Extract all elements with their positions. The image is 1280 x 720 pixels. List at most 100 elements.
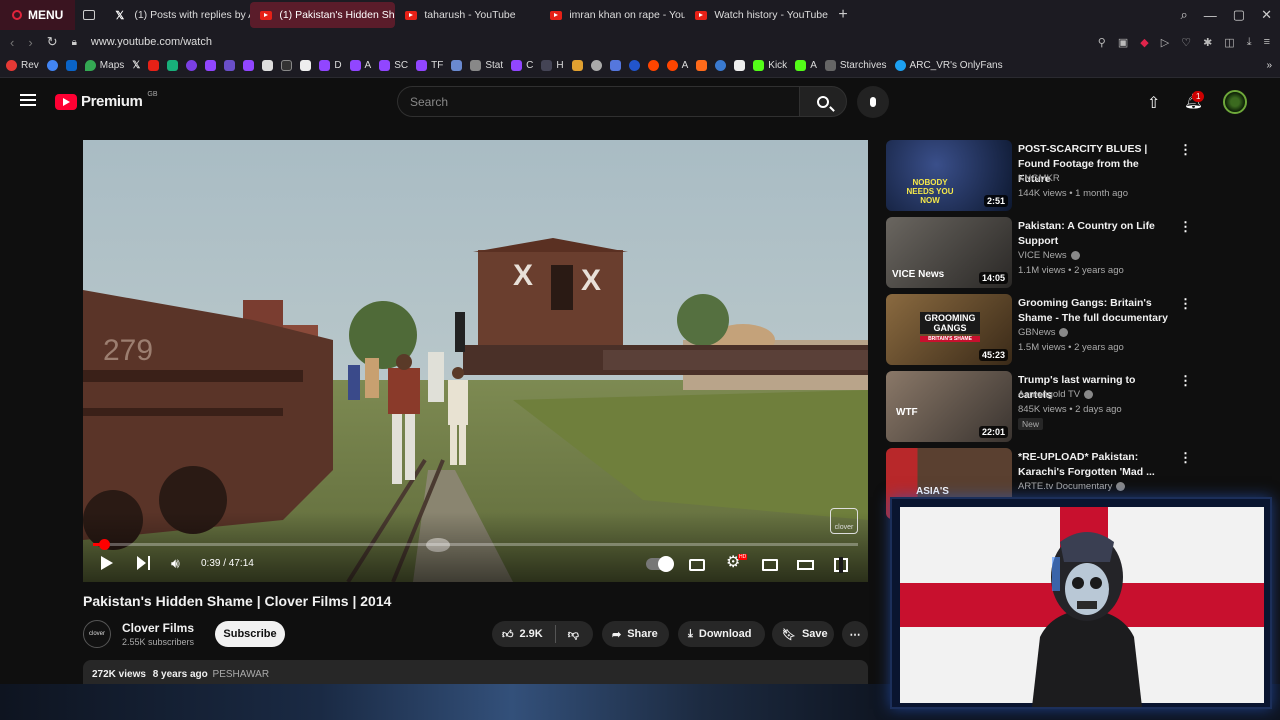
share-button[interactable]: ➦ Share xyxy=(602,621,669,647)
search-input[interactable]: Search xyxy=(397,86,799,117)
recommendation-channel[interactable]: VICE News xyxy=(1018,250,1080,261)
bookmark-misc1[interactable] xyxy=(571,60,583,71)
account-avatar[interactable] xyxy=(1223,90,1247,114)
channel-name[interactable]: Clover Films xyxy=(122,621,194,635)
play-extension-icon[interactable]: ▷ xyxy=(1161,36,1169,49)
video-player[interactable]: 279 X X clover 🔊︎ 0:39 / 47:14 ⚙ HD xyxy=(83,140,868,582)
recommendation-item[interactable]: GROOMING GANGS BRITAIN'S SHAME 45:23 Gro… xyxy=(886,294,1276,366)
volume-icon[interactable]: 🔊︎ xyxy=(171,555,180,572)
recommendation-item[interactable]: NOBODY NEEDS YOU NOW 2:51 POST-SCARCITY … xyxy=(886,140,1276,212)
recommendation-channel[interactable]: GBNews xyxy=(1018,327,1069,338)
bookmark-google[interactable] xyxy=(46,60,58,71)
autoplay-toggle[interactable] xyxy=(646,556,674,572)
browser-menu-button[interactable]: MENU xyxy=(0,0,76,30)
location-tag[interactable]: PESHAWAR xyxy=(213,669,270,680)
back-icon[interactable]: ‹ xyxy=(10,35,14,50)
recommendation-item[interactable]: WTF 22:01 Trump's last warning to cartel… xyxy=(886,371,1276,443)
bookmark-stat[interactable]: Stat xyxy=(470,60,503,71)
bookmark-a1[interactable] xyxy=(281,60,293,71)
bookmark-doc[interactable] xyxy=(300,60,312,71)
url-field[interactable]: www.youtube.com/watch xyxy=(91,36,212,48)
bookmark-a3[interactable]: A xyxy=(795,60,817,71)
bookmark-outlook[interactable] xyxy=(65,60,77,71)
shield-icon[interactable]: ◆ xyxy=(1140,36,1148,49)
bookmark-rev[interactable]: Rev xyxy=(6,60,39,71)
subtitles-button[interactable] xyxy=(689,559,705,571)
save-button[interactable]: 🔖︎ Save xyxy=(772,621,834,647)
bookmark-box[interactable] xyxy=(262,60,274,71)
more-vertical-icon[interactable]: ⋮ xyxy=(1179,451,1192,464)
tab-watch-history[interactable]: Watch history - YouTube xyxy=(685,2,830,28)
recommendation-channel[interactable]: KNGMKR xyxy=(1018,173,1060,184)
tab-imran-khan[interactable]: imran khan on rape - You xyxy=(540,2,685,28)
bookmark-c2[interactable]: C xyxy=(511,60,533,71)
bookmark-reddit1[interactable] xyxy=(647,60,659,71)
bookmark-c[interactable] xyxy=(186,60,198,71)
more-vertical-icon[interactable]: ⋮ xyxy=(1179,220,1192,233)
youtube-premium-logo[interactable]: Premium GB xyxy=(55,91,158,110)
tab-pakistan-hidden-shame[interactable]: (1) Pakistan's Hidden Sha xyxy=(250,2,396,28)
recommendation-thumbnail[interactable]: VICE News 14:05 xyxy=(886,217,1012,288)
recommendation-thumbnail[interactable]: WTF 22:01 xyxy=(886,371,1012,442)
new-tab-button[interactable]: + xyxy=(830,6,855,24)
bookmark-misc4[interactable] xyxy=(628,60,640,71)
bookmark-m[interactable] xyxy=(224,60,236,71)
recommendation-item[interactable]: VICE News 14:05 Pakistan: A Country on L… xyxy=(886,217,1276,289)
bookmark-kick[interactable]: Kick xyxy=(753,60,787,71)
more-vertical-icon[interactable]: ⋮ xyxy=(1179,297,1192,310)
pin-icon[interactable]: ⚲ xyxy=(1098,36,1106,49)
bookmark-misc6[interactable] xyxy=(715,60,727,71)
recommendation-channel[interactable]: ARTE.tv Documentary xyxy=(1018,481,1126,492)
bookmark-purple[interactable] xyxy=(205,60,217,71)
tab-taharush[interactable]: taharush - YouTube xyxy=(395,2,540,28)
reload-icon[interactable]: ↻ xyxy=(47,34,58,50)
more-vertical-icon[interactable]: ⋮ xyxy=(1179,143,1192,156)
download-icon[interactable]: ⤓ xyxy=(1247,36,1252,49)
close-icon[interactable]: ✕ xyxy=(1261,7,1272,23)
forward-icon[interactable]: › xyxy=(28,35,32,50)
dislike-button[interactable]: 👎︎ xyxy=(568,628,579,641)
recommendation-thumbnail[interactable]: NOBODY NEEDS YOU NOW 2:51 xyxy=(886,140,1012,211)
upload-icon[interactable]: ⇧ xyxy=(1147,93,1160,113)
bookmark-arc-vr[interactable]: ARC_VR's OnlyFans xyxy=(894,60,1003,71)
theater-mode-button[interactable] xyxy=(797,560,814,570)
voice-search-button[interactable] xyxy=(857,86,889,118)
like-button[interactable]: 👍︎ 2.9K xyxy=(502,628,543,641)
bookmark-h[interactable]: H xyxy=(541,60,564,71)
bookmark-x[interactable]: 𝕏 xyxy=(132,60,140,71)
channel-avatar[interactable]: clover xyxy=(83,620,111,648)
more-vertical-icon[interactable]: ⋮ xyxy=(1179,374,1192,387)
hamburger-menu-icon[interactable] xyxy=(20,94,36,106)
bookmark-sc[interactable]: SC xyxy=(379,60,408,71)
bookmark-pause[interactable] xyxy=(243,60,255,71)
subscribe-button[interactable]: Subscribe xyxy=(215,621,285,647)
bookmark-d[interactable]: D xyxy=(319,60,342,71)
browser-menu-icon[interactable]: ≡ xyxy=(1264,36,1270,48)
miniplayer-button[interactable] xyxy=(762,559,778,571)
snapshot-icon[interactable]: ▣ xyxy=(1118,36,1128,49)
heart-icon[interactable]: ♡ xyxy=(1181,36,1191,49)
more-actions-button[interactable]: ⋯ xyxy=(842,621,868,647)
progress-scrubber-handle[interactable] xyxy=(98,539,110,550)
sidebar-icon[interactable]: ◫ xyxy=(1224,36,1234,49)
bookmark-green[interactable] xyxy=(167,60,179,71)
bookmark-maps[interactable]: Maps xyxy=(84,60,124,71)
bookmark-misc7[interactable] xyxy=(734,60,746,71)
search-button[interactable] xyxy=(799,86,847,117)
search-tabs-icon[interactable]: ⌕ xyxy=(1181,7,1188,23)
bookmark-misc5[interactable] xyxy=(696,60,708,71)
puzzle-icon[interactable]: ✱ xyxy=(1203,36,1212,49)
next-video-button[interactable] xyxy=(137,556,150,570)
download-button[interactable]: ⤓ Download xyxy=(678,621,765,647)
bookmark-misc3[interactable] xyxy=(609,60,621,71)
bookmark-triangle[interactable] xyxy=(451,60,463,71)
minimize-icon[interactable]: — xyxy=(1204,8,1217,23)
recommendation-channel[interactable]: Asmongold TV xyxy=(1018,389,1094,400)
bookmark-tf[interactable]: TF xyxy=(416,60,443,71)
tab-address-book[interactable] xyxy=(75,2,105,28)
bookmark-reddit2[interactable]: A xyxy=(666,60,688,71)
bookmark-a2[interactable]: A xyxy=(349,60,371,71)
fullscreen-button[interactable] xyxy=(834,557,848,573)
bookmark-starchives[interactable]: Starchives xyxy=(824,60,887,71)
tab-x-posts[interactable]: 𝕏 (1) Posts with replies by A xyxy=(105,2,250,28)
